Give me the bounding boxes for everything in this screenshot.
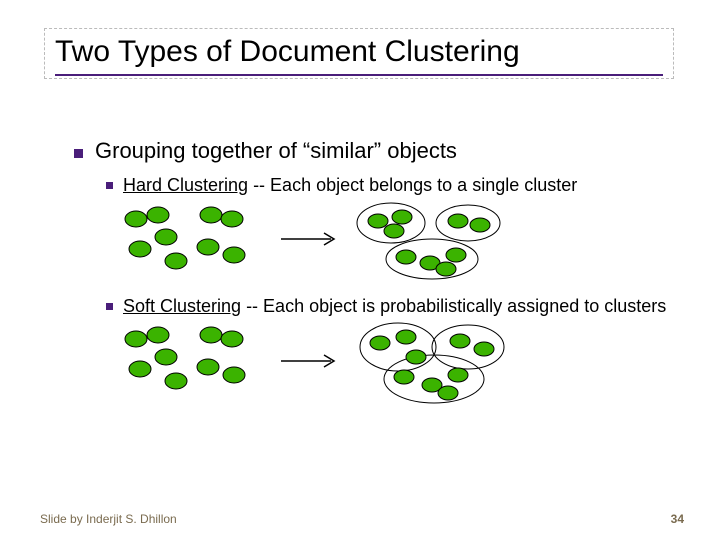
bullet-soft-clustering: Soft Clustering -- Each object is probab… [106,295,680,318]
content-area: Grouping together of “similar” objects H… [74,138,680,401]
hard-clustering-svg [116,201,536,281]
clusters-right-icon [360,323,504,403]
bullet-lvl1-text: Grouping together of “similar” objects [95,138,457,164]
scatter-left-icon [125,207,245,269]
hard-clustering-desc: -- Each object belongs to a single clust… [248,175,577,195]
scatter-left-icon [125,327,245,389]
title-box: Two Types of Document Clustering [44,28,674,79]
soft-clustering-svg [116,321,536,405]
title-rule [55,74,663,76]
hard-clustering-label: Hard Clustering [123,175,248,195]
soft-clustering-desc: -- Each object is probabilistically assi… [241,296,666,316]
diagram-soft-clustering [116,321,680,401]
bullet-icon [106,182,113,189]
diagram-hard-clustering [116,201,680,281]
slide-title: Two Types of Document Clustering [55,35,663,70]
soft-clustering-label: Soft Clustering [123,296,241,316]
bullet-lvl1: Grouping together of “similar” objects [74,138,680,164]
hard-clustering-text: Hard Clustering -- Each object belongs t… [123,174,577,197]
clusters-right-icon [357,203,500,279]
page-number: 34 [671,512,684,526]
footer-credit: Slide by Inderjit S. Dhillon [40,512,177,526]
arrow-icon [281,355,334,367]
soft-clustering-text: Soft Clustering -- Each object is probab… [123,295,666,318]
slide: Two Types of Document Clustering Groupin… [0,0,720,540]
bullet-icon [106,303,113,310]
arrow-icon [281,233,334,245]
bullet-icon [74,149,83,158]
bullet-hard-clustering: Hard Clustering -- Each object belongs t… [106,174,680,197]
